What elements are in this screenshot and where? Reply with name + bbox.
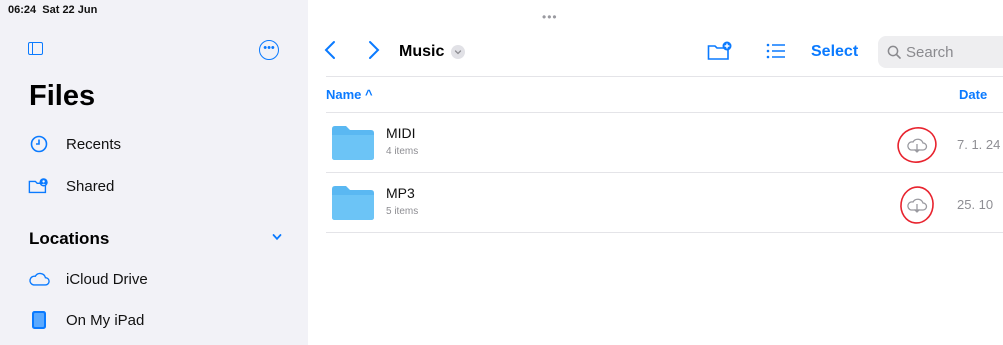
search-icon	[887, 45, 901, 59]
folder-title: Music	[399, 43, 445, 60]
forward-chevron-icon[interactable]	[368, 40, 380, 60]
file-date: 25. 10	[957, 197, 994, 212]
clock-icon	[28, 135, 50, 153]
back-chevron-icon[interactable]	[324, 40, 336, 60]
file-row-midi[interactable]: MIDI 4 items 7. 1. 24	[326, 113, 1003, 173]
shared-folder-icon	[28, 177, 50, 195]
sidebar-toggle-icon[interactable]	[28, 42, 43, 55]
sidebar-item-on-my-ipad[interactable]: On My iPad	[28, 311, 144, 329]
sidebar-item-label: Recents	[66, 135, 122, 153]
sidebar-item-icloud-drive[interactable]: iCloud Drive	[28, 270, 148, 288]
item-count: 4 items	[386, 146, 419, 157]
new-folder-icon[interactable]	[707, 41, 733, 61]
divider	[326, 76, 1003, 77]
file-name: MIDI	[386, 125, 416, 141]
cloud-icon	[28, 270, 50, 288]
select-button[interactable]: Select	[811, 43, 858, 61]
sidebar-item-label: iCloud Drive	[66, 270, 148, 288]
column-header-date[interactable]: Date	[959, 87, 987, 102]
sidebar-item-label: On My iPad	[66, 311, 145, 329]
list-view-icon[interactable]	[766, 43, 786, 59]
search-field[interactable]: Search	[878, 36, 1003, 68]
status-bar-time: 06:24 Sat 22 Jun	[8, 4, 98, 16]
cloud-download-icon[interactable]	[894, 125, 940, 165]
sidebar: 06:24 Sat 22 Jun ••• Files Recents Share…	[0, 0, 308, 345]
file-name: MP3	[386, 185, 415, 201]
sidebar-item-label: Shared	[66, 177, 115, 195]
item-count: 5 items	[386, 206, 419, 217]
column-header-name[interactable]: Name ^	[326, 87, 373, 102]
file-row-mp3[interactable]: MP3 5 items 25. 10	[326, 173, 1003, 233]
locations-section-header[interactable]: Locations	[29, 229, 109, 249]
file-date: 7. 1. 24	[957, 137, 1001, 152]
sidebar-item-shared[interactable]: Shared	[28, 177, 114, 195]
folder-icon	[332, 126, 374, 160]
more-options-icon[interactable]: •••	[259, 40, 279, 60]
cloud-download-icon[interactable]	[894, 185, 940, 225]
folder-icon	[332, 186, 374, 220]
sidebar-item-recents[interactable]: Recents	[28, 135, 121, 153]
title-chevron-icon[interactable]	[451, 45, 465, 59]
chevron-down-icon[interactable]	[272, 232, 282, 242]
sidebar-title: Files	[29, 80, 96, 112]
search-placeholder: Search	[906, 43, 954, 61]
multitasking-dots[interactable]: •••	[542, 10, 558, 24]
ipad-icon	[28, 311, 50, 329]
